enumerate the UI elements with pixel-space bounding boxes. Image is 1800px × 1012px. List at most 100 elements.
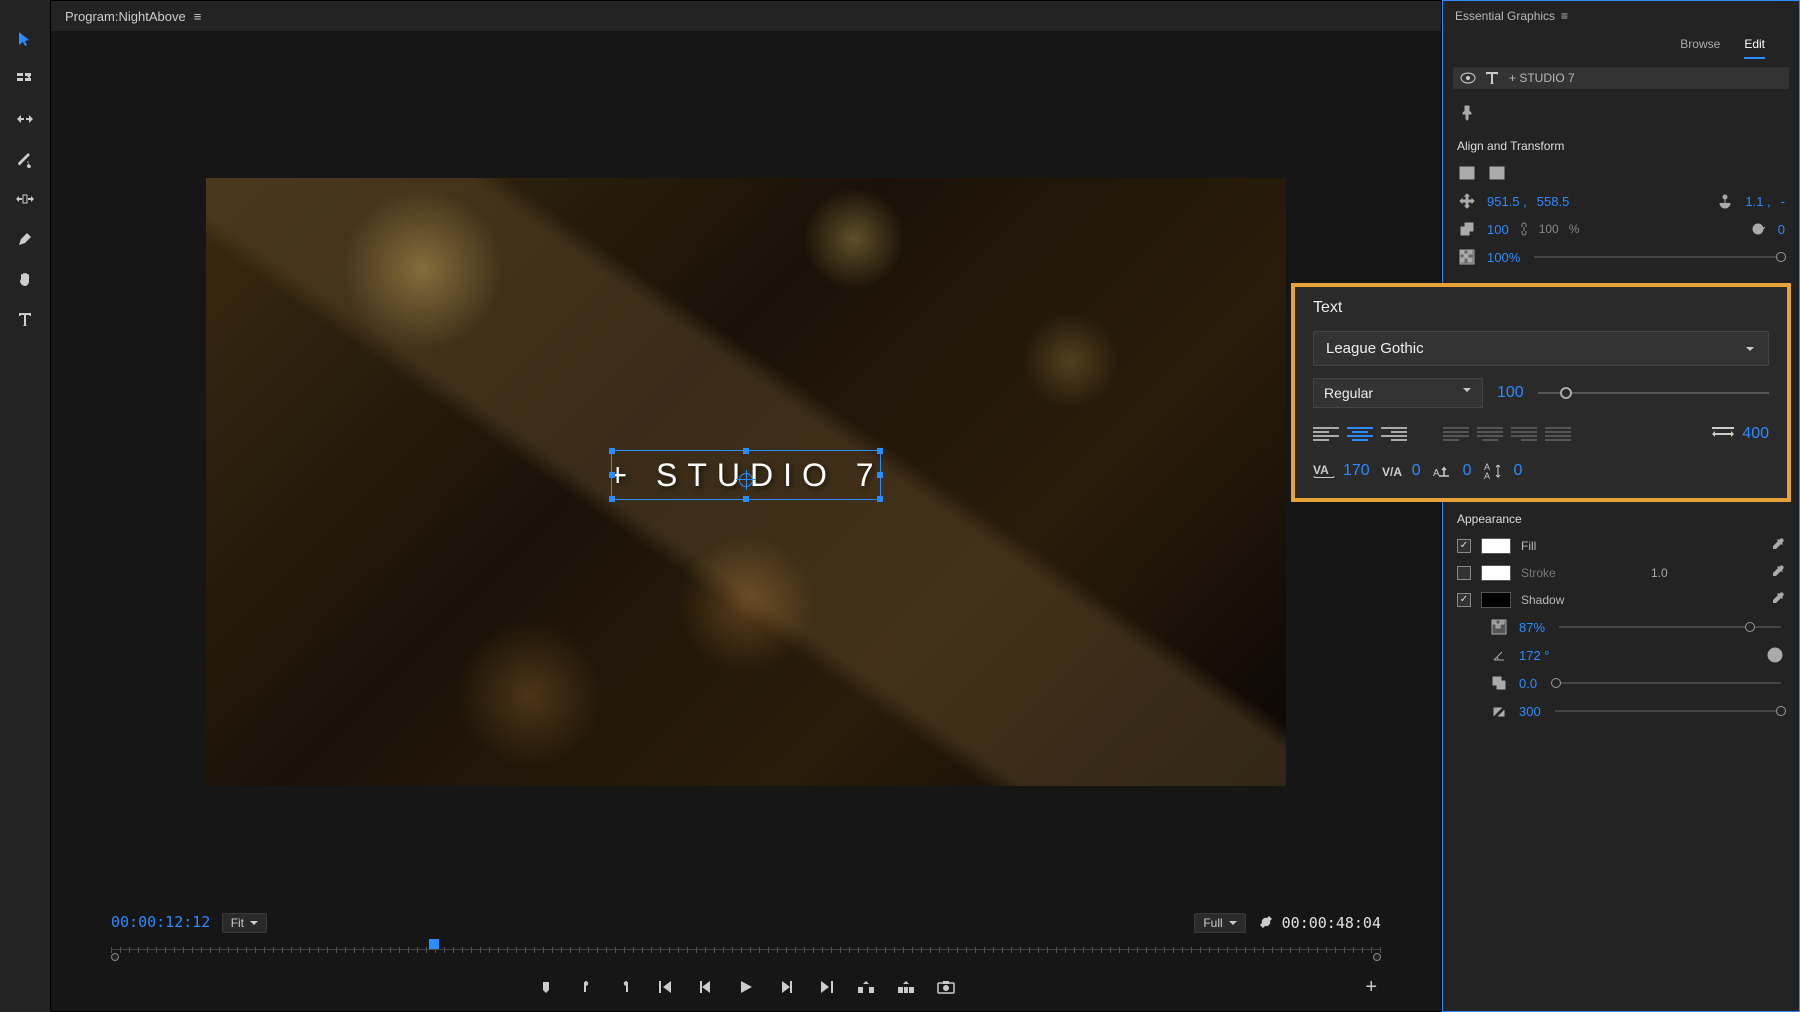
opacity-value[interactable]: 100% [1487, 250, 1520, 265]
layer-item[interactable]: + STUDIO 7 [1453, 67, 1789, 89]
current-timecode[interactable]: 00:00:12:12 [111, 913, 210, 931]
export-frame-icon[interactable] [936, 977, 956, 997]
ripple-edit-tool[interactable] [14, 108, 36, 130]
shadow-blur-icon [1489, 701, 1509, 721]
shadow-blur-slider[interactable] [1555, 710, 1781, 712]
stroke-swatch[interactable] [1481, 565, 1511, 581]
shadow-distance[interactable]: 0.0 [1519, 676, 1537, 691]
shadow-opacity-slider[interactable] [1559, 626, 1781, 628]
slip-tool[interactable] [14, 188, 36, 210]
svg-text:A: A [1484, 471, 1490, 481]
track-select-tool[interactable] [14, 68, 36, 90]
fill-checkbox[interactable] [1457, 539, 1471, 553]
timeline-scrubber[interactable] [111, 939, 1381, 963]
tab-browse[interactable]: Browse [1680, 37, 1720, 59]
panel-header: Essential Graphics ≡ [1443, 1, 1799, 31]
fill-eyedropper-icon[interactable] [1771, 537, 1785, 554]
program-menu-icon[interactable]: ≡ [194, 9, 202, 24]
scale-h: 100 [1539, 222, 1559, 236]
shadow-checkbox[interactable] [1457, 593, 1471, 607]
anchor-y[interactable]: - [1781, 194, 1785, 209]
justify-right-button[interactable] [1511, 424, 1537, 444]
shadow-opacity[interactable]: 87% [1519, 620, 1545, 635]
svg-text:V/A: V/A [1382, 465, 1402, 479]
font-family-dropdown[interactable]: League Gothic [1313, 331, 1769, 366]
anchor-point-icon[interactable] [739, 473, 753, 487]
fill-label: Fill [1521, 539, 1536, 553]
razor-tool[interactable] [14, 148, 36, 170]
svg-text:A: A [1433, 468, 1440, 479]
add-button-icon[interactable]: + [1365, 976, 1377, 999]
align-transform-heading: Align and Transform [1443, 129, 1799, 159]
tools-toolbar [0, 0, 50, 1012]
extract-icon[interactable] [896, 977, 916, 997]
font-size-slider[interactable] [1538, 392, 1769, 394]
font-size[interactable]: 100 [1497, 384, 1524, 402]
playhead-icon[interactable] [429, 939, 439, 949]
layer-name: + STUDIO 7 [1509, 71, 1575, 85]
align-right-button[interactable] [1381, 424, 1407, 444]
shadow-blur[interactable]: 300 [1519, 704, 1541, 719]
justify-center-button[interactable] [1477, 424, 1503, 444]
pen-tool[interactable] [14, 228, 36, 250]
align-center-button[interactable] [1347, 424, 1373, 444]
zoom-dropdown[interactable]: Fit [222, 913, 267, 933]
kerning-control[interactable]: V/A 0 [1382, 462, 1421, 480]
position-x[interactable]: 951.5 , [1487, 194, 1527, 209]
scale-w[interactable]: 100 [1487, 222, 1509, 237]
link-icon[interactable] [1519, 222, 1529, 236]
rotation-value[interactable]: 0 [1778, 222, 1785, 237]
selection-tool[interactable] [14, 28, 36, 50]
appearance-heading: Appearance [1443, 502, 1799, 532]
align-vertical-icon[interactable] [1487, 163, 1507, 183]
justify-left-button[interactable] [1443, 424, 1469, 444]
tracking-control[interactable]: VA 170 [1313, 462, 1370, 480]
position-y[interactable]: 558.5 [1537, 194, 1570, 209]
stroke-eyedropper-icon[interactable] [1771, 564, 1785, 581]
text-width[interactable]: 400 [1742, 425, 1769, 443]
pin-icon[interactable] [1457, 103, 1477, 123]
program-label: Program: [65, 9, 118, 24]
mark-in-icon[interactable] [536, 977, 556, 997]
shadow-swatch[interactable] [1481, 592, 1511, 608]
shadow-angle-icon [1489, 645, 1509, 665]
out-point-icon[interactable] [616, 977, 636, 997]
quality-dropdown[interactable]: Full [1194, 913, 1245, 933]
go-to-out-icon[interactable] [816, 977, 836, 997]
stroke-width[interactable]: 1.0 [1651, 566, 1668, 580]
type-tool[interactable] [14, 308, 36, 330]
step-forward-icon[interactable] [776, 977, 796, 997]
leading-control[interactable]: AA 0 [1484, 462, 1523, 480]
justify-all-button[interactable] [1545, 424, 1571, 444]
step-back-icon[interactable] [696, 977, 716, 997]
stroke-checkbox[interactable] [1457, 566, 1471, 580]
essential-graphics-panel: Essential Graphics ≡ Browse Edit + STUDI… [1442, 0, 1800, 1012]
font-style-dropdown[interactable]: Regular [1313, 378, 1483, 408]
play-icon[interactable] [736, 977, 756, 997]
shadow-eyedropper-icon[interactable] [1771, 591, 1785, 608]
type-layer-icon [1485, 71, 1499, 85]
anchor-icon [1715, 191, 1735, 211]
anchor-x[interactable]: 1.1 , [1745, 194, 1770, 209]
angle-dial-icon[interactable] [1765, 645, 1785, 665]
align-horizontal-icon[interactable] [1457, 163, 1477, 183]
opacity-slider[interactable] [1534, 256, 1781, 258]
fill-swatch[interactable] [1481, 538, 1511, 554]
text-bounding-box[interactable]: + STUDIO 7 [611, 450, 881, 500]
settings-icon[interactable] [1258, 914, 1274, 933]
visibility-icon[interactable] [1461, 73, 1475, 83]
width-icon [1712, 427, 1734, 441]
panel-menu-icon[interactable]: ≡ [1561, 9, 1568, 23]
align-left-button[interactable] [1313, 424, 1339, 444]
lift-icon[interactable] [856, 977, 876, 997]
rotation-icon [1748, 219, 1768, 239]
in-point-icon[interactable] [576, 977, 596, 997]
hand-tool[interactable] [14, 268, 36, 290]
scale-icon [1457, 219, 1477, 239]
program-viewer[interactable]: + STUDIO 7 [206, 178, 1286, 786]
shadow-distance-slider[interactable] [1551, 682, 1781, 684]
baseline-shift-control[interactable]: A 0 [1433, 462, 1472, 480]
tab-edit[interactable]: Edit [1744, 37, 1765, 59]
go-to-in-icon[interactable] [656, 977, 676, 997]
shadow-angle[interactable]: 172 ° [1519, 648, 1550, 663]
